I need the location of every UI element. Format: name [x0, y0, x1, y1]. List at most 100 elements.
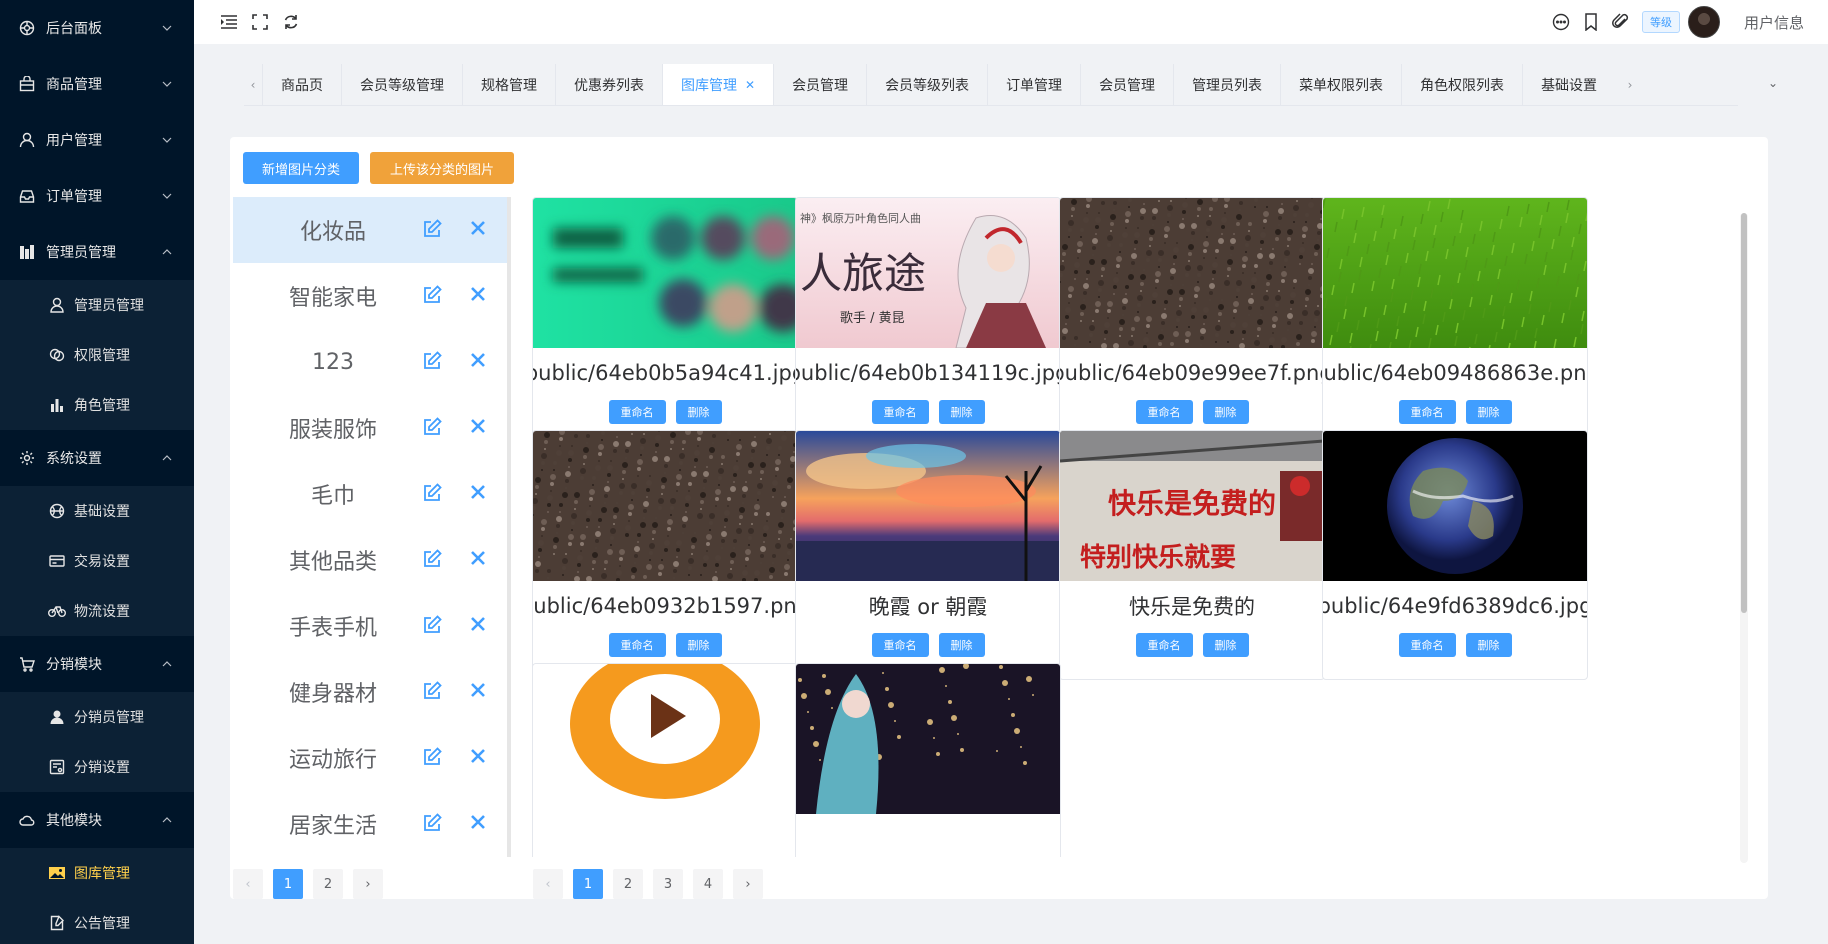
fullscreen-icon[interactable]	[251, 13, 269, 31]
category-item[interactable]: 123	[233, 329, 507, 395]
menu-group-header[interactable]: 其他模块	[0, 792, 194, 848]
tab[interactable]: 订单管理	[987, 64, 1080, 105]
delete-button[interactable]: 删除	[1202, 633, 1249, 657]
edit-icon[interactable]	[422, 219, 444, 241]
page-number-button[interactable]: 3	[653, 869, 683, 899]
edit-icon[interactable]	[422, 483, 444, 505]
prev-page-button[interactable]: ‹	[533, 869, 563, 899]
tabs-next-icon[interactable]: ›	[1615, 64, 1645, 105]
image-thumbnail[interactable]	[1060, 198, 1324, 348]
refresh-icon[interactable]	[282, 13, 300, 31]
delete-x-icon[interactable]	[469, 615, 489, 635]
level-badge[interactable]: 等级	[1641, 11, 1680, 33]
tab[interactable]: 规格管理	[462, 64, 555, 105]
rename-button[interactable]: 重命名	[871, 633, 929, 657]
image-thumbnail[interactable]: 快乐是免费的特别快乐就要	[1060, 431, 1324, 581]
user-info-menu[interactable]: 用户信息	[1744, 12, 1804, 33]
tabs-prev-icon[interactable]: ‹	[244, 64, 262, 105]
image-thumbnail[interactable]	[796, 431, 1060, 581]
next-page-button[interactable]: ›	[353, 869, 383, 899]
rename-button[interactable]: 重命名	[1398, 633, 1456, 657]
rename-button[interactable]: 重命名	[1135, 400, 1193, 424]
delete-x-icon[interactable]	[469, 813, 489, 833]
delete-x-icon[interactable]	[469, 285, 489, 305]
sidebar-item[interactable]: 物流设置	[0, 586, 194, 636]
add-category-button[interactable]: 新增图片分类	[243, 152, 359, 184]
delete-button[interactable]: 删除	[1465, 400, 1512, 424]
category-item[interactable]: 其他品类	[233, 527, 507, 593]
edit-icon[interactable]	[422, 813, 444, 835]
sidebar-item[interactable]: 图库管理	[0, 848, 194, 898]
category-item[interactable]: 健身器材	[233, 659, 507, 725]
menu-fold-icon[interactable]	[220, 13, 238, 31]
menu-group-header[interactable]: 商品管理	[0, 56, 194, 112]
next-page-button[interactable]: ›	[733, 869, 763, 899]
tab[interactable]: 角色权限列表	[1401, 64, 1522, 105]
sidebar-item[interactable]: 分销设置	[0, 742, 194, 792]
rename-button[interactable]: 重命名	[608, 633, 666, 657]
category-item[interactable]: 智能家电	[233, 263, 507, 329]
chat-icon[interactable]	[1552, 13, 1570, 31]
image-thumbnail[interactable]	[1323, 431, 1587, 581]
delete-x-icon[interactable]	[469, 351, 489, 371]
tab[interactable]: 会员等级管理	[341, 64, 462, 105]
category-item[interactable]: 化妆品	[233, 197, 507, 263]
rename-button[interactable]: 重命名	[1398, 400, 1456, 424]
avatar[interactable]	[1687, 6, 1720, 38]
edit-icon[interactable]	[422, 747, 444, 769]
tabs-dropdown-icon[interactable]: ⌄	[1768, 76, 1778, 90]
edit-icon[interactable]	[422, 681, 444, 703]
delete-x-icon[interactable]	[469, 747, 489, 767]
sidebar-item[interactable]: 公告管理	[0, 898, 194, 944]
tab[interactable]: 会员管理	[773, 64, 866, 105]
tab[interactable]: 管理员列表	[1173, 64, 1280, 105]
sidebar-item[interactable]: 分销员管理	[0, 692, 194, 742]
prev-page-button[interactable]: ‹	[233, 869, 263, 899]
menu-group-header[interactable]: 分销模块	[0, 636, 194, 692]
delete-button[interactable]: 删除	[938, 633, 985, 657]
category-item[interactable]: 居家生活	[233, 791, 507, 857]
paperclip-icon[interactable]	[1612, 13, 1630, 31]
tab[interactable]: 优惠券列表	[555, 64, 662, 105]
menu-group-header[interactable]: 订单管理	[0, 168, 194, 224]
page-number-button[interactable]: 1	[573, 869, 603, 899]
delete-button[interactable]: 删除	[938, 400, 985, 424]
tab[interactable]: 图库管理 ✕	[662, 64, 774, 105]
delete-x-icon[interactable]	[469, 549, 489, 569]
page-number-button[interactable]: 2	[313, 869, 343, 899]
tab[interactable]: 菜单权限列表	[1280, 64, 1401, 105]
sidebar-item[interactable]: 管理员管理	[0, 280, 194, 330]
menu-group-header[interactable]: 用户管理	[0, 112, 194, 168]
rename-button[interactable]: 重命名	[871, 400, 929, 424]
delete-x-icon[interactable]	[469, 681, 489, 701]
page-number-button[interactable]: 2	[613, 869, 643, 899]
image-thumbnail[interactable]	[533, 431, 797, 581]
image-thumbnail[interactable]	[533, 198, 797, 348]
edit-icon[interactable]	[422, 351, 444, 373]
edit-icon[interactable]	[422, 285, 444, 307]
image-thumbnail[interactable]: 神》枫原万叶角色同人曲人旅途歌手 / 黄昆	[796, 198, 1060, 348]
menu-group-header[interactable]: 系统设置	[0, 430, 194, 486]
tab[interactable]: 基础设置	[1522, 64, 1615, 105]
category-item[interactable]: 手表手机	[233, 593, 507, 659]
image-thumbnail[interactable]	[533, 664, 797, 814]
upload-image-button[interactable]: 上传该分类的图片	[370, 152, 514, 184]
image-grid-scrollbar[interactable]	[1740, 213, 1748, 863]
tab[interactable]: 会员管理	[1080, 64, 1173, 105]
sidebar-item[interactable]: 交易设置	[0, 536, 194, 586]
sidebar-item[interactable]: 基础设置	[0, 486, 194, 536]
sidebar-item[interactable]: 权限管理	[0, 330, 194, 380]
category-item[interactable]: 毛巾	[233, 461, 507, 527]
delete-button[interactable]: 删除	[1465, 633, 1512, 657]
category-item[interactable]: 服装服饰	[233, 395, 507, 461]
rename-button[interactable]: 重命名	[608, 400, 666, 424]
rename-button[interactable]: 重命名	[1135, 633, 1193, 657]
delete-button[interactable]: 删除	[675, 633, 722, 657]
image-thumbnail[interactable]	[1323, 198, 1587, 348]
close-icon[interactable]: ✕	[745, 78, 755, 92]
edit-icon[interactable]	[422, 615, 444, 637]
edit-icon[interactable]	[422, 549, 444, 571]
delete-button[interactable]: 删除	[1202, 400, 1249, 424]
menu-group-header[interactable]: 管理员管理	[0, 224, 194, 280]
delete-x-icon[interactable]	[469, 219, 489, 239]
